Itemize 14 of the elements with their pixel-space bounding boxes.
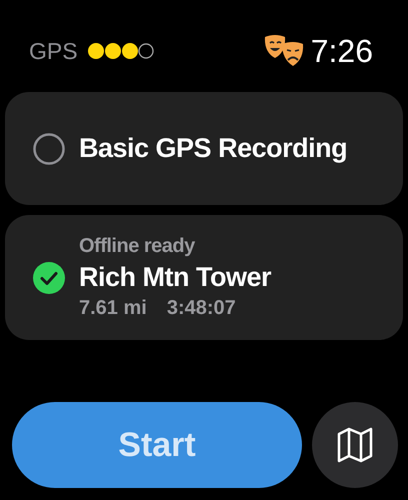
theater-masks-icon — [262, 34, 305, 68]
gps-label: GPS — [29, 38, 78, 64]
route-distance: 7.61 mi — [79, 297, 147, 320]
route-duration: 3:48:07 — [166, 297, 236, 320]
clock-time: 7:26 — [310, 32, 373, 70]
signal-dots-icon — [86, 42, 155, 60]
radio-circle-icon[interactable] — [33, 132, 65, 164]
route-card[interactable]: Offline ready Rich Mtn Tower 7.61 mi 3:48:07 — [5, 215, 403, 340]
map-icon — [336, 426, 374, 464]
route-card[interactable]: Basic GPS Recording — [5, 92, 403, 205]
route-title: Rich Mtn Tower — [79, 262, 271, 293]
route-title: Basic GPS Recording — [79, 133, 348, 164]
route-status: Offline ready — [79, 235, 196, 258]
check-circle-icon[interactable] — [33, 262, 65, 294]
